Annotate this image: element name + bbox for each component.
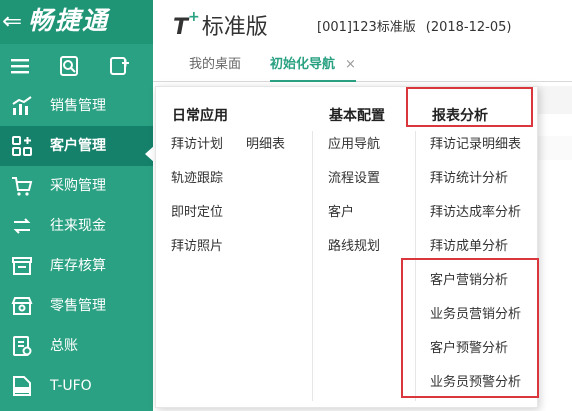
- menu-link-route-plan[interactable]: 路线规划: [328, 239, 380, 255]
- sidebar: ⇐ 畅捷通 销售管理 客户管理 采购管理 往来现金 库存核算 零售管理 总账 T…: [0, 0, 155, 411]
- menu-link-photos[interactable]: 拜访照片: [171, 239, 223, 255]
- sidebar-item-label: 客户管理: [50, 138, 106, 154]
- menu-link-visit-rate[interactable]: 拜访达成率分析: [430, 205, 521, 221]
- menu-link-visit-record-detail[interactable]: 拜访记录明细表: [430, 137, 521, 153]
- highlight-report-items: [401, 258, 539, 398]
- hamburger-menu-icon[interactable]: [8, 54, 32, 78]
- logo-plus: +: [188, 9, 200, 25]
- warehouse-icon: [12, 257, 32, 275]
- sidebar-item-label: 采购管理: [50, 178, 106, 194]
- sidebar-item-cash[interactable]: 往来现金: [0, 206, 153, 246]
- menu-link-app-nav[interactable]: 应用导航: [328, 137, 380, 153]
- ledger-icon: [13, 336, 32, 356]
- sidebar-item-label: T-UFO: [50, 378, 92, 394]
- customer-grid-icon: [12, 136, 32, 156]
- sidebar-item-retail[interactable]: 零售管理: [0, 286, 153, 326]
- tab-desktop[interactable]: 我的桌面: [189, 56, 241, 82]
- customer-menu-panel: 日常应用 拜访计划 明细表 轨迹跟踪 即时定位 拜访照片 基本配置 应用导航 流…: [155, 86, 539, 408]
- sidebar-item-label: 零售管理: [50, 298, 106, 314]
- store-icon: [11, 297, 33, 315]
- back-arrow-icon[interactable]: ⇐: [2, 7, 22, 35]
- sidebar-item-ledger[interactable]: 总账: [0, 326, 153, 366]
- account-date: (2018-12-05): [425, 20, 512, 35]
- product-name: 标准版: [201, 15, 268, 40]
- sidebar-item-purchase[interactable]: 采购管理: [0, 166, 153, 206]
- cart-icon: [12, 177, 33, 196]
- logo-t: T: [173, 15, 189, 40]
- section-title-basic: 基本配置: [329, 108, 385, 124]
- tab-init-guide[interactable]: 初始化导航 ×: [270, 56, 356, 82]
- highlight-report-title: [406, 87, 533, 127]
- sidebar-item-label: 销售管理: [50, 98, 106, 114]
- sidebar-item-inventory[interactable]: 库存核算: [0, 246, 153, 286]
- menu-link-customer[interactable]: 客户: [328, 205, 354, 221]
- tab-label: 初始化导航: [270, 57, 336, 72]
- menu-link-visit-deal[interactable]: 拜访成单分析: [430, 239, 508, 255]
- tab-bar: 我的桌面 初始化导航 ×: [153, 48, 572, 82]
- column-divider: [312, 131, 313, 401]
- menu-link-visit-plan[interactable]: 拜访计划: [171, 137, 223, 153]
- sidebar-toolbar: [0, 46, 153, 86]
- sidebar-item-label: 库存核算: [50, 258, 106, 274]
- menu-link-track[interactable]: 轨迹跟踪: [171, 171, 223, 187]
- sidebar-item-label: 总账: [50, 338, 78, 354]
- sidebar-item-label: 往来现金: [50, 218, 106, 234]
- add-shortcut-icon[interactable]: [107, 54, 131, 78]
- brand-name: 畅捷通: [28, 6, 110, 35]
- account-info: [001]123标准版 (2018-12-05): [317, 16, 511, 35]
- exchange-icon: [13, 218, 31, 234]
- menu-link-locate[interactable]: 即时定位: [171, 205, 223, 221]
- sidebar-item-customer[interactable]: 客户管理: [0, 126, 153, 166]
- close-icon[interactable]: ×: [345, 57, 356, 72]
- app-header: T+标准版 [001]123标准版 (2018-12-05): [153, 0, 572, 48]
- product-logo: T+标准版: [173, 9, 268, 41]
- search-doc-icon[interactable]: [57, 54, 81, 78]
- sidebar-item-tufo[interactable]: T-UFO: [0, 366, 153, 406]
- ufo-icon: [13, 376, 31, 396]
- brand-bar: ⇐ 畅捷通: [0, 0, 153, 44]
- section-title-daily: 日常应用: [172, 108, 228, 124]
- sales-chart-icon: [12, 96, 32, 115]
- active-pointer: [145, 145, 155, 163]
- menu-link-flow-settings[interactable]: 流程设置: [328, 171, 380, 187]
- tab-label: 我的桌面: [189, 57, 242, 72]
- sidebar-item-sales[interactable]: 销售管理: [0, 86, 153, 126]
- account-name: [001]123标准版: [317, 20, 416, 35]
- menu-link-detail[interactable]: 明细表: [246, 137, 285, 153]
- menu-link-visit-stats[interactable]: 拜访统计分析: [430, 171, 508, 187]
